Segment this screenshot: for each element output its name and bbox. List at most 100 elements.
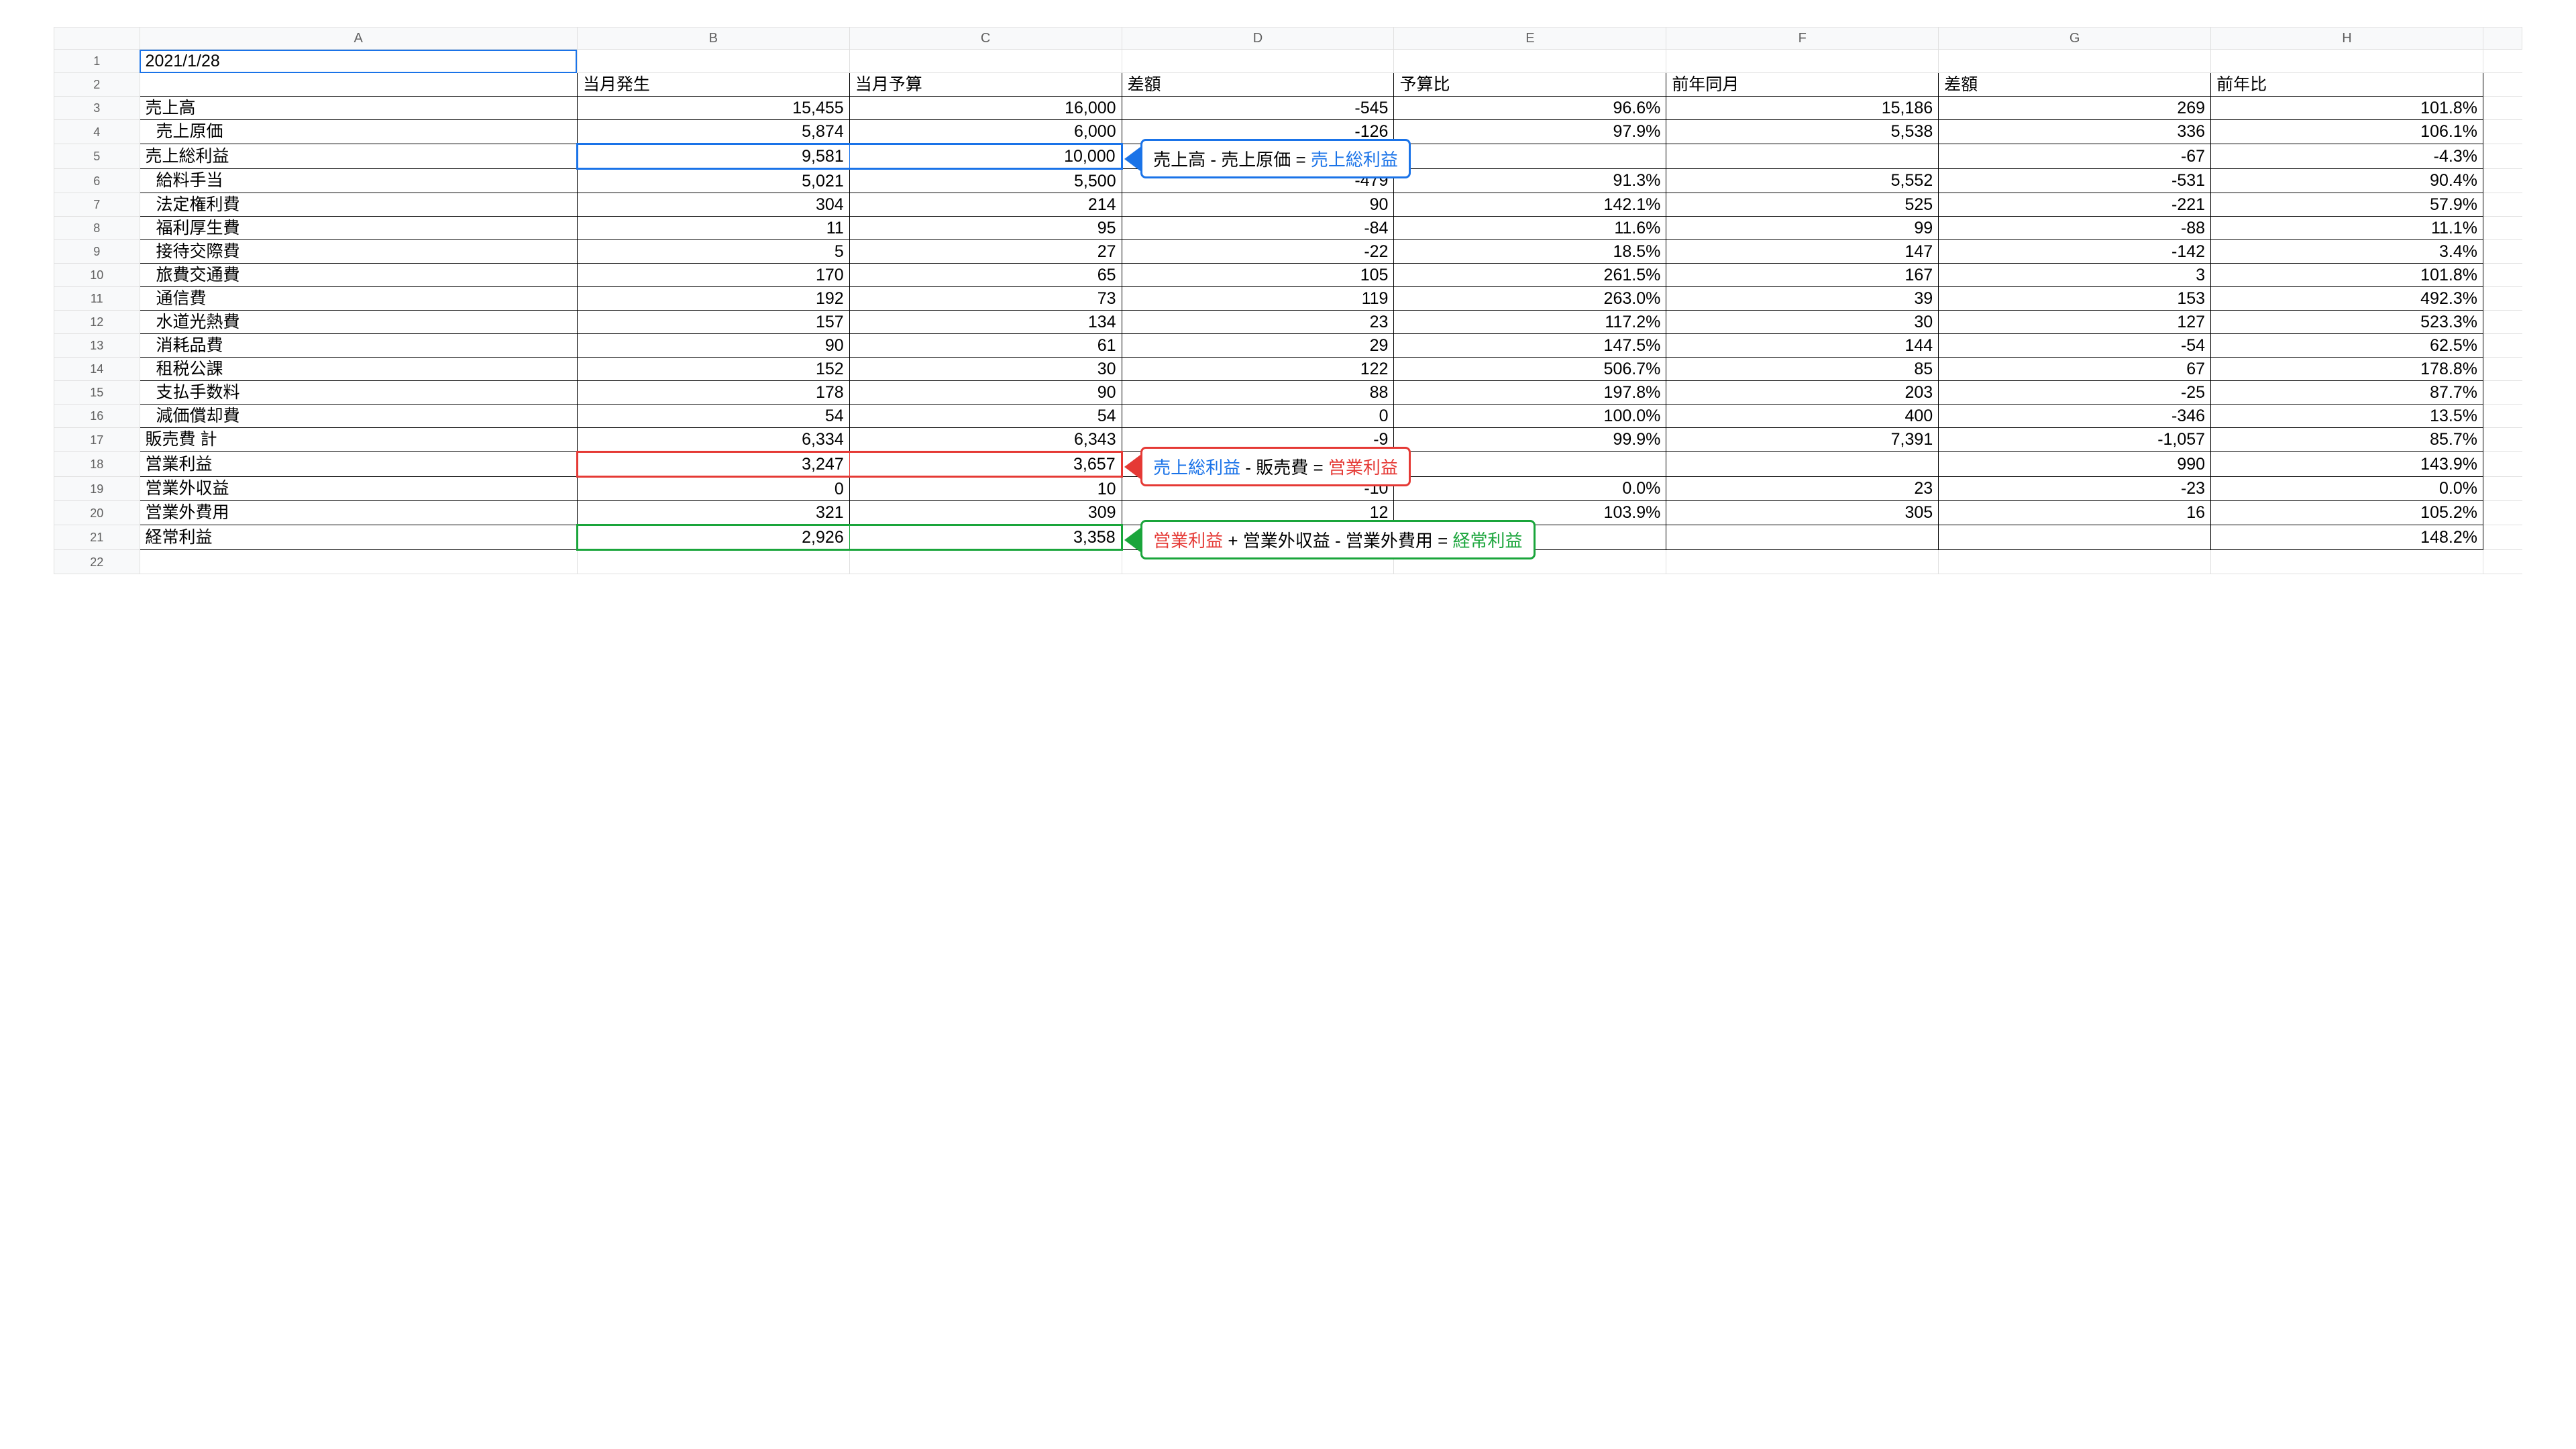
cell-C21[interactable]: 3,358	[849, 525, 1122, 550]
cell-C6[interactable]: 5,500	[849, 169, 1122, 193]
cell-F1[interactable]	[1666, 50, 1939, 73]
row-header-9[interactable]: 9	[54, 240, 140, 264]
cell-E10[interactable]: 261.5%	[1394, 264, 1666, 287]
cell-A10[interactable]: 旅費交通費	[140, 264, 577, 287]
cell-B4[interactable]: 5,874	[577, 120, 849, 144]
cell-C7[interactable]: 214	[849, 193, 1122, 217]
cell-C8[interactable]: 95	[849, 217, 1122, 240]
row-20[interactable]: 20営業外費用32130912103.9%30516105.2%	[54, 501, 2522, 525]
cell-G9[interactable]: -142	[1939, 240, 2211, 264]
col-header-B[interactable]: B	[577, 28, 849, 50]
cell-F3[interactable]: 15,186	[1666, 97, 1939, 120]
cell-C9[interactable]: 27	[849, 240, 1122, 264]
cell-E5[interactable]	[1394, 144, 1666, 169]
row-7[interactable]: 7法定権利費30421490142.1%525-22157.9%	[54, 193, 2522, 217]
col-header-G[interactable]: G	[1939, 28, 2211, 50]
cell-C14[interactable]: 30	[849, 358, 1122, 381]
cell-A18[interactable]: 営業利益	[140, 452, 577, 477]
cell-B18[interactable]: 3,247	[577, 452, 849, 477]
cell-E22[interactable]	[1394, 550, 1666, 574]
row-13[interactable]: 13消耗品費906129147.5%144-5462.5%	[54, 334, 2522, 358]
cell-E3[interactable]: 96.6%	[1394, 97, 1666, 120]
cell-H15[interactable]: 87.7%	[2211, 381, 2483, 405]
cell-B1[interactable]	[577, 50, 849, 73]
row-header-22[interactable]: 22	[54, 550, 140, 574]
cell-H17[interactable]: 85.7%	[2211, 428, 2483, 452]
row-22[interactable]: 22	[54, 550, 2522, 574]
row-header-15[interactable]: 15	[54, 381, 140, 405]
cell-G10[interactable]: 3	[1939, 264, 2211, 287]
row-1[interactable]: 1 2021/1/28	[54, 50, 2522, 73]
cell-H6[interactable]: 90.4%	[2211, 169, 2483, 193]
cell-F6[interactable]: 5,552	[1666, 169, 1939, 193]
cell-B10[interactable]: 170	[577, 264, 849, 287]
cell-A21[interactable]: 経常利益	[140, 525, 577, 550]
row-header-14[interactable]: 14	[54, 358, 140, 381]
cell-A22[interactable]	[140, 550, 577, 574]
cell-D10[interactable]: 105	[1122, 264, 1394, 287]
cell-G14[interactable]: 67	[1939, 358, 2211, 381]
cell-A14[interactable]: 租税公課	[140, 358, 577, 381]
cell-F21[interactable]	[1666, 525, 1939, 550]
cell-D20[interactable]: 12	[1122, 501, 1394, 525]
row-header-12[interactable]: 12	[54, 311, 140, 334]
row-18[interactable]: 18営業利益3,2473,657990143.9%	[54, 452, 2522, 477]
cell-B15[interactable]: 178	[577, 381, 849, 405]
row-10[interactable]: 10旅費交通費17065105261.5%1673101.8%	[54, 264, 2522, 287]
cell-C3[interactable]: 16,000	[849, 97, 1122, 120]
cell-A9[interactable]: 接待交際費	[140, 240, 577, 264]
cell-F4[interactable]: 5,538	[1666, 120, 1939, 144]
cell-A3[interactable]: 売上高	[140, 97, 577, 120]
cell-E19[interactable]: 0.0%	[1394, 477, 1666, 501]
cell-H7[interactable]: 57.9%	[2211, 193, 2483, 217]
cell-H3[interactable]: 101.8%	[2211, 97, 2483, 120]
cell-E11[interactable]: 263.0%	[1394, 287, 1666, 311]
cell-F22[interactable]	[1666, 550, 1939, 574]
cell-E4[interactable]: 97.9%	[1394, 120, 1666, 144]
row-header-3[interactable]: 3	[54, 97, 140, 120]
cell-G6[interactable]: -531	[1939, 169, 2211, 193]
cell-D13[interactable]: 29	[1122, 334, 1394, 358]
cell-G18[interactable]: 990	[1939, 452, 2211, 477]
cell-H11[interactable]: 492.3%	[2211, 287, 2483, 311]
cell-A6[interactable]: 給料手当	[140, 169, 577, 193]
cell-D21[interactable]	[1122, 525, 1394, 550]
cell-F2[interactable]: 前年同月	[1666, 73, 1939, 97]
row-21[interactable]: 21経常利益2,9263,358148.2%	[54, 525, 2522, 550]
cell-E15[interactable]: 197.8%	[1394, 381, 1666, 405]
cell-H5[interactable]: -4.3%	[2211, 144, 2483, 169]
cell-D9[interactable]: -22	[1122, 240, 1394, 264]
cell-F9[interactable]: 147	[1666, 240, 1939, 264]
row-8[interactable]: 8福利厚生費1195-8411.6%99-8811.1%	[54, 217, 2522, 240]
cell-B13[interactable]: 90	[577, 334, 849, 358]
cell-A2[interactable]	[140, 73, 577, 97]
cell-H16[interactable]: 13.5%	[2211, 405, 2483, 428]
cell-H12[interactable]: 523.3%	[2211, 311, 2483, 334]
cell-B8[interactable]: 11	[577, 217, 849, 240]
cell-E7[interactable]: 142.1%	[1394, 193, 1666, 217]
cell-E2[interactable]: 予算比	[1394, 73, 1666, 97]
cell-G5[interactable]: -67	[1939, 144, 2211, 169]
cell-F10[interactable]: 167	[1666, 264, 1939, 287]
cell-E14[interactable]: 506.7%	[1394, 358, 1666, 381]
row-17[interactable]: 17販売費 計6,3346,343-999.9%7,391-1,05785.7%	[54, 428, 2522, 452]
row-header-19[interactable]: 19	[54, 477, 140, 501]
cell-C13[interactable]: 61	[849, 334, 1122, 358]
cell-F11[interactable]: 39	[1666, 287, 1939, 311]
cell-B5[interactable]: 9,581	[577, 144, 849, 169]
cell-G1[interactable]	[1939, 50, 2211, 73]
cell-B14[interactable]: 152	[577, 358, 849, 381]
cell-D1[interactable]	[1122, 50, 1394, 73]
cell-H14[interactable]: 178.8%	[2211, 358, 2483, 381]
cell-D14[interactable]: 122	[1122, 358, 1394, 381]
row-header-10[interactable]: 10	[54, 264, 140, 287]
cell-C2[interactable]: 当月予算	[849, 73, 1122, 97]
cell-H9[interactable]: 3.4%	[2211, 240, 2483, 264]
cell-E8[interactable]: 11.6%	[1394, 217, 1666, 240]
cell-E18[interactable]	[1394, 452, 1666, 477]
row-header-21[interactable]: 21	[54, 525, 140, 550]
cell-H20[interactable]: 105.2%	[2211, 501, 2483, 525]
row-header-2[interactable]: 2	[54, 73, 140, 97]
row-6[interactable]: 6給料手当5,0215,500-47991.3%5,552-53190.4%	[54, 169, 2522, 193]
row-header-5[interactable]: 5	[54, 144, 140, 169]
